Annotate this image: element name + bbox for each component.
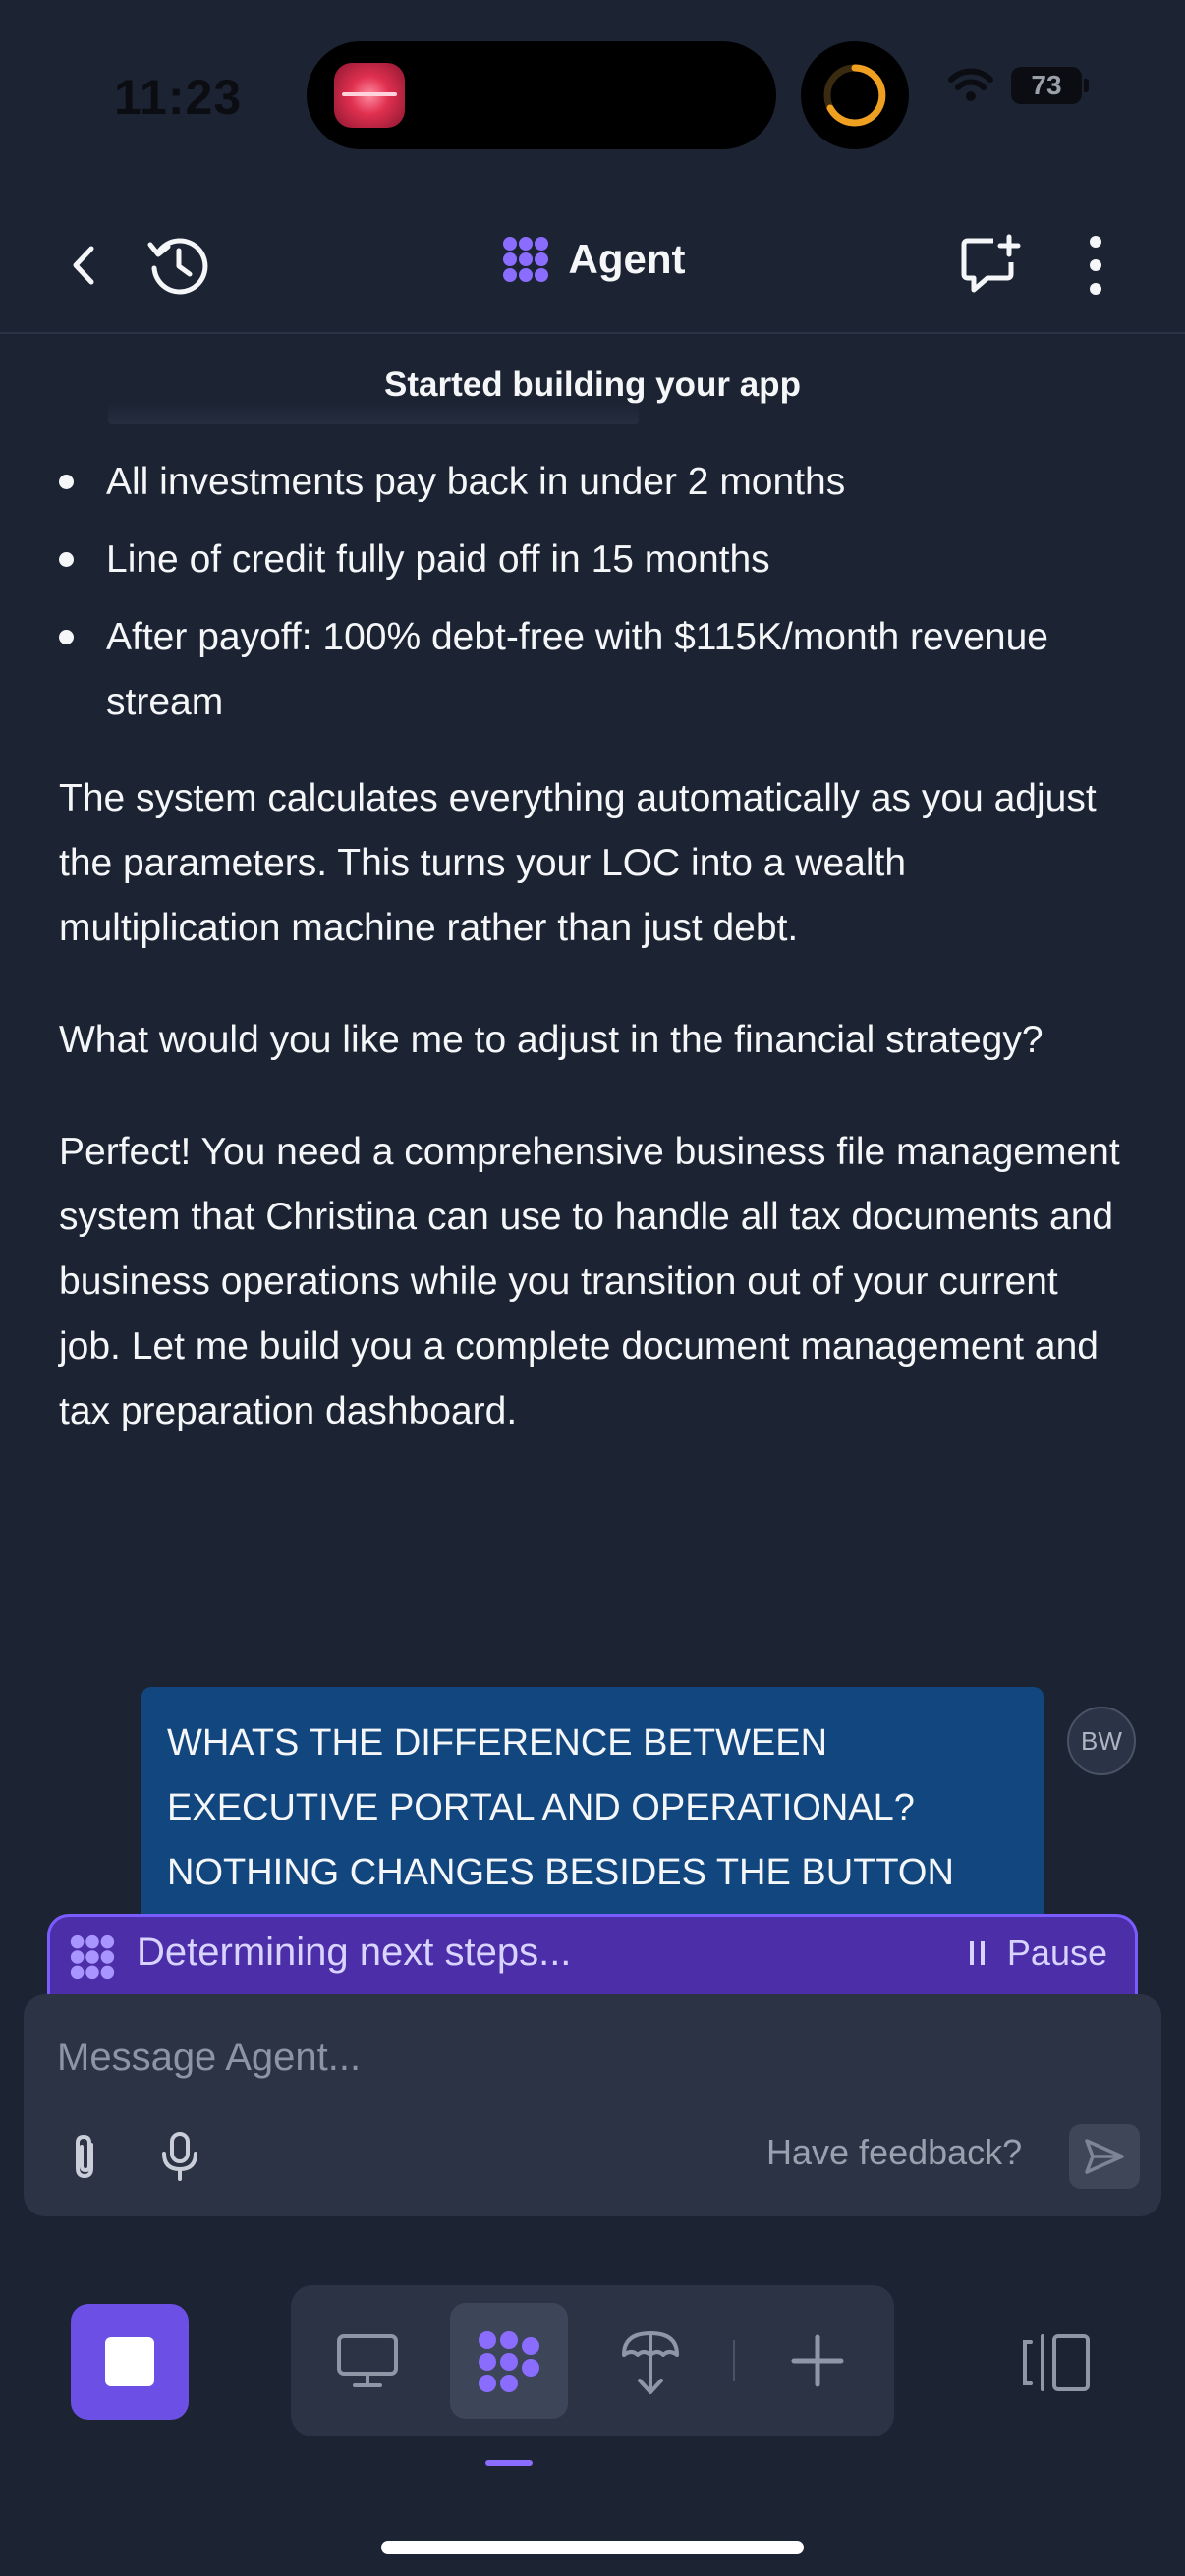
stop-button[interactable] (71, 2304, 189, 2420)
agent-icon (479, 2331, 539, 2392)
list-item: After payoff: 100% debt-free with $115K/… (59, 605, 1130, 735)
message-input[interactable] (57, 2028, 1118, 2087)
list-item: Line of credit fully paid off in 15 mont… (59, 528, 1130, 592)
desktop-icon (337, 2334, 398, 2387)
list-item: All investments pay back in under 2 mont… (59, 450, 1130, 515)
more-icon (1090, 236, 1101, 295)
plus-icon (791, 2334, 844, 2387)
microphone-icon (162, 2132, 198, 2181)
agent-chat-screen: 11:23 73 Agent Started building your app… (0, 0, 1185, 2576)
stop-icon (105, 2337, 154, 2386)
deploy-icon (622, 2331, 679, 2394)
add-tool-button[interactable] (759, 2303, 876, 2419)
message-composer: Have feedback? (24, 1994, 1161, 2216)
avatar[interactable]: BW (1067, 1707, 1136, 1775)
panes-icon (1023, 2334, 1090, 2391)
paperclip-icon (76, 2134, 93, 2179)
pause-button[interactable]: Pause (968, 1932, 1107, 1974)
tool-switcher (291, 2285, 894, 2436)
attach-button[interactable] (51, 2122, 120, 2191)
panes-toggle-button[interactable] (1012, 2321, 1100, 2405)
new-chat-button[interactable] (951, 226, 1030, 305)
agent-logo-icon (70, 1934, 115, 1980)
dynamic-island[interactable] (307, 41, 776, 149)
desktop-tab[interactable] (309, 2303, 426, 2419)
message-paragraph: Perfect! You need a comprehensive busine… (59, 1131, 1120, 1432)
progress-status-text: Determining next steps... (137, 1931, 572, 1974)
status-banner: Started building your app (384, 365, 801, 404)
more-options-button[interactable] (1056, 226, 1135, 305)
toolbar-divider (733, 2340, 735, 2381)
pause-icon (969, 1941, 985, 1965)
send-icon (1085, 2139, 1124, 2174)
bullet-list: All investments pay back in under 2 mont… (59, 450, 1130, 735)
status-time: 11:23 (114, 70, 243, 125)
wifi-icon (948, 68, 993, 101)
microphone-button[interactable] (145, 2122, 214, 2191)
feedback-link[interactable]: Have feedback? (766, 2132, 1022, 2173)
deploy-tab[interactable] (592, 2303, 709, 2419)
status-bar: 11:23 73 (0, 0, 1185, 187)
agent-logo-icon (502, 237, 548, 282)
message-paragraph: What would you like me to adjust in the … (59, 1019, 1044, 1061)
page-title: Agent (568, 236, 686, 282)
agent-message: All investments pay back in under 2 mont… (59, 450, 1130, 1444)
app-activity-icon (334, 63, 405, 128)
message-paragraph: The system calculates everything automat… (59, 777, 1097, 949)
battery-icon: 73 (1011, 67, 1089, 104)
faded-previous-text (108, 403, 639, 424)
agent-tab[interactable] (450, 2303, 568, 2419)
pause-label: Pause (1006, 1932, 1107, 1973)
active-tab-indicator (485, 2460, 533, 2466)
status-icons: 73 (948, 67, 1089, 104)
timer-ring-icon[interactable] (801, 41, 909, 149)
send-button[interactable] (1069, 2124, 1140, 2189)
user-message-bubble: WHATS THE DIFFERENCE BETWEEN EXECUTIVE P… (141, 1687, 1044, 1923)
chat-header: Agent (0, 196, 1185, 334)
agent-progress-bar: Determining next steps... Pause (47, 1914, 1138, 1996)
new-chat-icon (961, 234, 1021, 293)
home-indicator[interactable] (381, 2541, 804, 2554)
